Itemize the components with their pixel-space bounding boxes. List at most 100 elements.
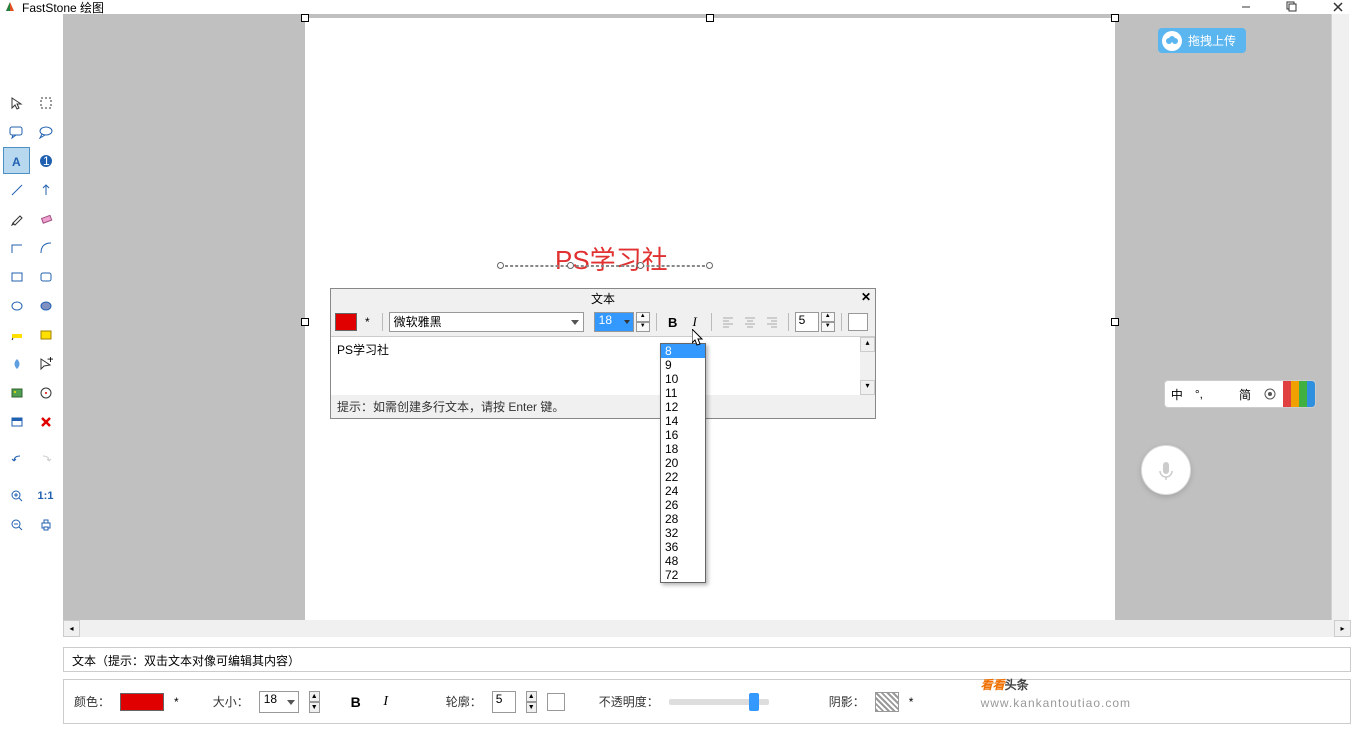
size-option[interactable]: 14 <box>661 414 705 428</box>
size-option[interactable]: 20 <box>661 456 705 470</box>
ime-bar[interactable]: 中 °, 简 <box>1164 380 1316 408</box>
size-option[interactable]: 24 <box>661 484 705 498</box>
curve-tool[interactable] <box>32 234 59 261</box>
pencil-tool[interactable] <box>3 205 30 232</box>
zoom-actual-button[interactable]: 1:1 <box>32 482 59 509</box>
size-option[interactable]: 12 <box>661 400 705 414</box>
text-dialog-titlebar[interactable]: 文本 ✕ <box>331 289 875 308</box>
ime-settings-icon[interactable] <box>1257 381 1283 407</box>
shadow-color-swatch[interactable] <box>848 313 868 331</box>
canvas-text-object[interactable]: PS学习社 <box>555 240 668 277</box>
size-option[interactable]: 36 <box>661 540 705 554</box>
canvas-handle[interactable] <box>706 14 714 22</box>
blur-tool[interactable] <box>3 350 30 377</box>
callout-ellipse-tool[interactable] <box>32 118 59 145</box>
size-option[interactable]: 72 <box>661 568 705 582</box>
undo-button[interactable] <box>3 445 30 472</box>
font-family-combo[interactable]: 微软雅黑 <box>389 312 584 332</box>
size-option[interactable]: 9 <box>661 358 705 372</box>
drag-upload-badge[interactable]: 拖拽上传 <box>1158 28 1246 53</box>
size-option[interactable]: 18 <box>661 442 705 456</box>
outline-input[interactable]: 5 <box>492 691 516 713</box>
number-stamp-tool[interactable]: 1 <box>32 147 59 174</box>
text-dialog-close-button[interactable]: ✕ <box>861 290 871 304</box>
size-option[interactable]: 10 <box>661 372 705 386</box>
ime-mode[interactable]: 简 <box>1233 381 1257 407</box>
scroll-left-icon[interactable]: ◂ <box>63 620 80 637</box>
font-size-dropdown[interactable]: 89101112141618202224262832364872 <box>660 343 706 583</box>
opacity-thumb[interactable] <box>749 693 759 711</box>
zoom-in-button[interactable] <box>3 482 30 509</box>
selection-handle[interactable] <box>497 262 504 269</box>
close-button[interactable] <box>1315 0 1361 14</box>
ime-punct-icon[interactable]: °, <box>1189 381 1209 407</box>
size-option[interactable]: 16 <box>661 428 705 442</box>
outline-down[interactable]: ▼ <box>526 702 537 713</box>
marquee-tool[interactable] <box>32 89 59 116</box>
opacity-slider[interactable] <box>669 699 769 705</box>
selection-handle[interactable] <box>637 262 644 269</box>
spacing-down[interactable]: ▼ <box>821 322 835 332</box>
size-option[interactable]: 26 <box>661 498 705 512</box>
callout-rect-tool[interactable] <box>3 118 30 145</box>
bottom-bold-button[interactable]: B <box>346 692 366 712</box>
arrow-tool[interactable] <box>32 176 59 203</box>
ellipse-tool[interactable] <box>3 292 30 319</box>
spacing-up[interactable]: ▲ <box>821 312 835 322</box>
font-size-down[interactable]: ▼ <box>636 322 650 332</box>
scroll-down-icon[interactable]: ▾ <box>860 380 875 395</box>
size-option[interactable]: 32 <box>661 526 705 540</box>
print-button[interactable] <box>32 511 59 538</box>
bold-button[interactable]: B <box>663 312 683 332</box>
pointer-tool[interactable] <box>3 89 30 116</box>
text-color-swatch[interactable] <box>335 313 357 331</box>
panel-tool[interactable] <box>3 408 30 435</box>
target-tool[interactable] <box>32 379 59 406</box>
bottom-size-combo[interactable]: 18 <box>259 691 299 713</box>
polyline-tool[interactable] <box>3 234 30 261</box>
outline-up[interactable]: ▲ <box>526 691 537 702</box>
voice-input-button[interactable] <box>1141 445 1191 495</box>
ime-moon-icon[interactable] <box>1209 381 1233 407</box>
selection-handle[interactable] <box>567 262 574 269</box>
bottom-color-swatch[interactable] <box>120 693 164 711</box>
redo-button[interactable] <box>32 445 59 472</box>
canvas-handle[interactable] <box>301 318 309 326</box>
spacing-input[interactable]: 5 <box>795 312 819 332</box>
canvas-handle[interactable] <box>1111 14 1119 22</box>
line-tool[interactable] <box>3 176 30 203</box>
canvas-handle[interactable] <box>301 14 309 22</box>
rounded-rect-tool[interactable] <box>32 263 59 290</box>
eraser-tool[interactable] <box>32 205 59 232</box>
size-option[interactable]: 22 <box>661 470 705 484</box>
scroll-up-icon[interactable]: ▴ <box>860 337 875 352</box>
size-option[interactable]: 48 <box>661 554 705 568</box>
zoom-out-button[interactable] <box>3 511 30 538</box>
image-tool[interactable] <box>3 379 30 406</box>
scroll-right-icon[interactable]: ▸ <box>1334 620 1351 637</box>
font-size-up[interactable]: ▲ <box>636 312 650 322</box>
size-up[interactable]: ▲ <box>309 691 320 702</box>
text-tool[interactable]: A <box>3 147 30 174</box>
outline-color-swatch[interactable] <box>547 693 565 711</box>
canvas-handle[interactable] <box>1111 318 1119 326</box>
text-input-area[interactable]: PS学习社 ▴ ▾ <box>331 337 875 395</box>
filled-ellipse-tool[interactable] <box>32 292 59 319</box>
highlight-tool[interactable] <box>3 321 30 348</box>
selection-handle[interactable] <box>706 262 713 269</box>
delete-tool[interactable] <box>32 408 59 435</box>
minimize-button[interactable] <box>1223 0 1269 14</box>
bottom-italic-button[interactable]: I <box>376 692 396 712</box>
align-right-button[interactable] <box>762 312 782 332</box>
fill-rect-tool[interactable] <box>32 321 59 348</box>
canvas[interactable]: PS学习社 文本 ✕ * 微软雅黑 18 ▲ ▼ <box>305 18 1115 628</box>
size-option[interactable]: 28 <box>661 512 705 526</box>
size-down[interactable]: ▼ <box>309 702 320 713</box>
move-tool[interactable]: + <box>32 350 59 377</box>
textarea-scrollbar[interactable]: ▴ ▾ <box>860 337 875 395</box>
rect-tool[interactable] <box>3 263 30 290</box>
font-size-combo[interactable]: 18 <box>594 312 634 332</box>
shadow-pattern-swatch[interactable] <box>875 692 899 712</box>
size-option[interactable]: 11 <box>661 386 705 400</box>
align-left-button[interactable] <box>718 312 738 332</box>
